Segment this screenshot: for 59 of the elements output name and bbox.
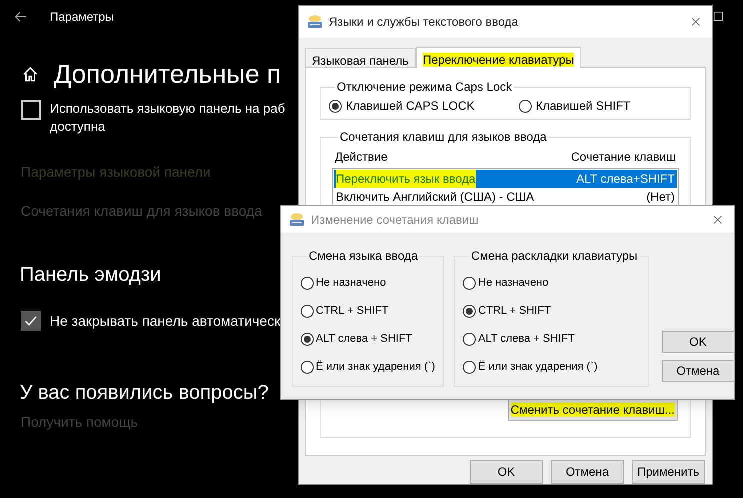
keyboard-icon <box>307 14 323 30</box>
radio-label: CTRL + SHIFT <box>316 304 389 320</box>
radio-button[interactable] <box>301 305 314 318</box>
window-title: Параметры <box>50 9 114 26</box>
dialog-title: Изменение сочетания клавиш <box>311 212 480 228</box>
checkbox-label: доступна <box>50 118 106 136</box>
group-title: Отключение режима Caps Lock <box>336 79 514 96</box>
radio-label: ALT слева + SHIFT <box>316 332 412 348</box>
page-title: Дополнительные п <box>54 58 282 91</box>
dialog-title: Языки и службы текстового ввода <box>329 14 520 31</box>
list-row[interactable]: Переключить язык ввода ALT слева+SHIFT <box>334 170 677 188</box>
radio-label: Ё или знак ударения (`) <box>478 360 598 376</box>
dialog-button[interactable]: OK <box>662 331 735 353</box>
check-icon <box>24 314 38 328</box>
group-title: Смена языка ввода <box>308 248 420 265</box>
table-cell-text: ALT слева+SHIFT <box>576 171 675 188</box>
change-keys-button[interactable]: Сменить сочетание клавиш... <box>508 398 678 421</box>
checkbox-label: Не закрывать панель автоматическ <box>50 312 281 331</box>
table-cell-text: Включить Английский (США) - США <box>336 189 534 206</box>
radio-button[interactable] <box>519 100 532 112</box>
close-icon[interactable] <box>690 16 702 28</box>
checkbox-label: Использовать языковую панель на раб <box>50 100 286 118</box>
keyboard-icon <box>289 212 305 228</box>
radio-button[interactable] <box>329 100 342 112</box>
radio-button[interactable] <box>463 305 476 318</box>
tab[interactable]: Переключение клавиатуры <box>416 47 582 68</box>
back-arrow-icon[interactable] <box>14 10 28 24</box>
table-cell: Переключить язык ввода <box>336 170 476 188</box>
group-title: Смена раскладки клавиатуры <box>470 248 639 265</box>
radio-button[interactable] <box>463 333 476 346</box>
section-heading: Панель эмодзи <box>20 263 162 288</box>
radio-button[interactable] <box>463 277 476 290</box>
radio-label: CTRL + SHIFT <box>478 304 552 320</box>
tab[interactable]: Языковая панель <box>305 48 416 67</box>
radio-label: Клавишей CAPS LOCK <box>346 98 475 115</box>
column-header: Сочетание клавиш <box>571 149 676 164</box>
radio-label: Не назначено <box>478 276 549 292</box>
radio-button[interactable] <box>463 361 476 374</box>
radio-button[interactable] <box>301 277 314 290</box>
maximize-icon[interactable] <box>713 11 724 22</box>
home-icon[interactable] <box>22 66 39 82</box>
column-header: Действие <box>335 149 388 164</box>
radio-label: Ё или знак ударения (`) <box>316 360 436 376</box>
close-icon[interactable] <box>712 214 724 226</box>
radio-label: Клавишей SHIFT <box>536 98 631 115</box>
dialog-button[interactable]: Отмена <box>662 360 735 382</box>
radio-label: Не назначено <box>316 276 386 292</box>
list-row[interactable]: Включить Английский (США) - США (Нет) <box>334 188 677 206</box>
radio-label: ALT слева + SHIFT <box>478 332 575 348</box>
table-cell-text: (Нет) <box>646 189 675 206</box>
radio-button[interactable] <box>301 333 314 346</box>
section-heading: У вас появились вопросы? <box>20 381 269 406</box>
dialog-button[interactable]: OK <box>470 460 543 484</box>
radio-button[interactable] <box>301 361 314 374</box>
checkbox[interactable] <box>21 311 41 331</box>
dialog-button[interactable]: Применить <box>632 460 705 484</box>
dialog-button[interactable]: Отмена <box>551 460 624 484</box>
group-title: Сочетания клавиш для языков ввода <box>339 129 548 146</box>
checkbox[interactable] <box>21 100 41 120</box>
